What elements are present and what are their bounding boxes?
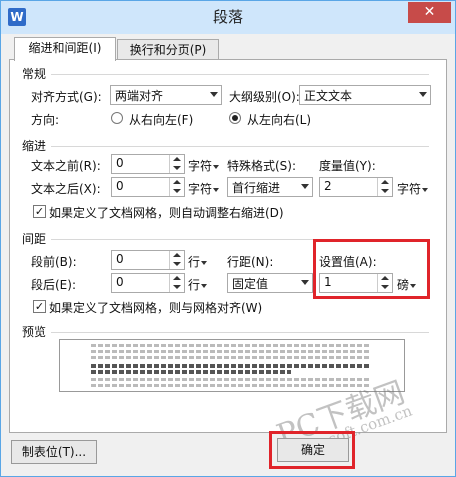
rtl-label: 从右向左(F) xyxy=(129,113,194,127)
set-value-spinner[interactable]: 1 xyxy=(319,273,393,293)
ok-button[interactable]: 确定 xyxy=(277,438,349,462)
snap-to-grid-checkbox[interactable]: ✓ xyxy=(33,300,46,313)
divider xyxy=(51,146,429,147)
special-format-value: 首行缩进 xyxy=(232,181,281,195)
auto-right-indent-label: 如果定义了文档网格，则自动调整右缩进(D) xyxy=(49,206,284,220)
tab-line-page-breaks[interactable]: 换行和分页(P) xyxy=(117,39,219,60)
spin-down-icon[interactable] xyxy=(381,189,389,193)
chevron-down-icon xyxy=(422,187,429,192)
divider xyxy=(51,239,313,240)
indent-before-value: 0 xyxy=(116,156,124,170)
spin-down-icon[interactable] xyxy=(173,166,181,170)
preview-section-title: 预览 xyxy=(22,325,47,339)
set-value-value: 1 xyxy=(324,275,332,289)
outline-level-label: 大纲级别(O): xyxy=(229,90,300,104)
preview-line xyxy=(91,378,371,381)
chevron-down-icon xyxy=(213,187,220,192)
spin-up-icon[interactable] xyxy=(173,180,181,184)
spin-up-icon[interactable] xyxy=(381,276,389,280)
measure-unit: 字符 xyxy=(397,182,422,196)
spin-up-icon[interactable] xyxy=(173,276,181,280)
title-bar[interactable]: W 段落 ✕ xyxy=(1,1,455,34)
space-before-value: 0 xyxy=(116,252,124,266)
chevron-down-icon xyxy=(301,184,309,189)
outline-level-value: 正文文本 xyxy=(304,89,353,103)
spin-down-icon[interactable] xyxy=(381,285,389,289)
indent-section-title: 缩进 xyxy=(22,139,47,153)
chevron-down-icon xyxy=(410,283,417,288)
preview-line xyxy=(91,364,371,368)
indent-after-spinner[interactable]: 0 xyxy=(111,177,185,197)
chevron-down-icon xyxy=(201,283,208,288)
preview-line xyxy=(91,384,371,387)
space-after-unit-dropdown[interactable]: 行 xyxy=(188,276,208,293)
indent-after-label: 文本之后(X): xyxy=(31,182,101,196)
spin-down-icon[interactable] xyxy=(173,189,181,193)
spin-down-icon[interactable] xyxy=(173,285,181,289)
indent-before-unit: 字符 xyxy=(188,159,213,173)
space-after-value: 0 xyxy=(116,275,124,289)
preview-line xyxy=(91,350,371,353)
auto-right-indent-checkbox[interactable]: ✓ xyxy=(33,205,46,218)
indent-before-spinner[interactable]: 0 xyxy=(111,154,185,174)
space-before-label: 段前(B): xyxy=(31,255,77,269)
tab-stops-button[interactable]: 制表位(T)... xyxy=(11,440,97,464)
alignment-select[interactable]: 两端对齐 xyxy=(110,85,222,105)
line-spacing-value: 固定值 xyxy=(232,277,269,291)
measure-value: 2 xyxy=(324,179,332,193)
preview-line xyxy=(91,356,371,359)
indent-after-unit: 字符 xyxy=(188,182,213,196)
chevron-down-icon xyxy=(301,280,309,285)
measure-spinner[interactable]: 2 xyxy=(319,177,393,197)
chevron-down-icon xyxy=(213,164,220,169)
space-before-unit-dropdown[interactable]: 行 xyxy=(188,253,208,270)
alignment-value: 两端对齐 xyxy=(115,89,164,103)
tab-indent-spacing[interactable]: 缩进和间距(I) xyxy=(14,37,116,61)
general-section-title: 常规 xyxy=(22,67,47,81)
set-value-label: 设置值(A): xyxy=(319,255,377,269)
space-before-unit: 行 xyxy=(188,255,201,269)
direction-label: 方向: xyxy=(31,113,60,127)
ltr-label: 从左向右(L) xyxy=(247,113,312,127)
rtl-radio[interactable] xyxy=(111,112,123,124)
preview-line xyxy=(91,370,291,374)
spin-up-icon[interactable] xyxy=(173,253,181,257)
indent-after-value: 0 xyxy=(116,179,124,193)
ltr-radio[interactable] xyxy=(229,112,241,124)
spin-down-icon[interactable] xyxy=(173,262,181,266)
special-format-select[interactable]: 首行缩进 xyxy=(227,177,313,197)
divider xyxy=(51,332,429,333)
close-button[interactable]: ✕ xyxy=(408,2,451,23)
line-spacing-label: 行距(N): xyxy=(227,255,274,269)
measure-label: 度量值(Y): xyxy=(319,159,376,173)
space-before-spinner[interactable]: 0 xyxy=(111,250,185,270)
set-value-unit-dropdown[interactable]: 磅 xyxy=(397,276,417,293)
snap-to-grid-label: 如果定义了文档网格，则与网格对齐(W) xyxy=(49,301,263,315)
dialog-title: 段落 xyxy=(212,8,243,26)
spin-up-icon[interactable] xyxy=(381,180,389,184)
chevron-down-icon xyxy=(210,92,218,97)
chevron-down-icon xyxy=(419,92,427,97)
spin-up-icon[interactable] xyxy=(173,157,181,161)
space-after-spinner[interactable]: 0 xyxy=(111,273,185,293)
measure-unit-dropdown[interactable]: 字符 xyxy=(397,180,429,197)
paragraph-dialog: W 段落 ✕ 缩进和间距(I) 换行和分页(P) 常规 对齐方式(G): 两端对… xyxy=(0,0,456,477)
spacing-section-title: 间距 xyxy=(22,232,47,246)
space-after-label: 段后(E): xyxy=(31,278,76,292)
indent-after-unit-dropdown[interactable]: 字符 xyxy=(188,180,220,197)
preview-line xyxy=(91,344,371,347)
space-after-unit: 行 xyxy=(188,278,201,292)
set-value-unit: 磅 xyxy=(397,278,410,292)
indent-before-label: 文本之前(R): xyxy=(31,159,101,173)
outline-level-select[interactable]: 正文文本 xyxy=(299,85,431,105)
line-spacing-select[interactable]: 固定值 xyxy=(227,273,313,293)
indent-before-unit-dropdown[interactable]: 字符 xyxy=(188,157,220,174)
divider xyxy=(51,74,429,75)
alignment-label: 对齐方式(G): xyxy=(31,90,102,104)
special-format-label: 特殊格式(S): xyxy=(227,159,297,173)
chevron-down-icon xyxy=(201,260,208,265)
